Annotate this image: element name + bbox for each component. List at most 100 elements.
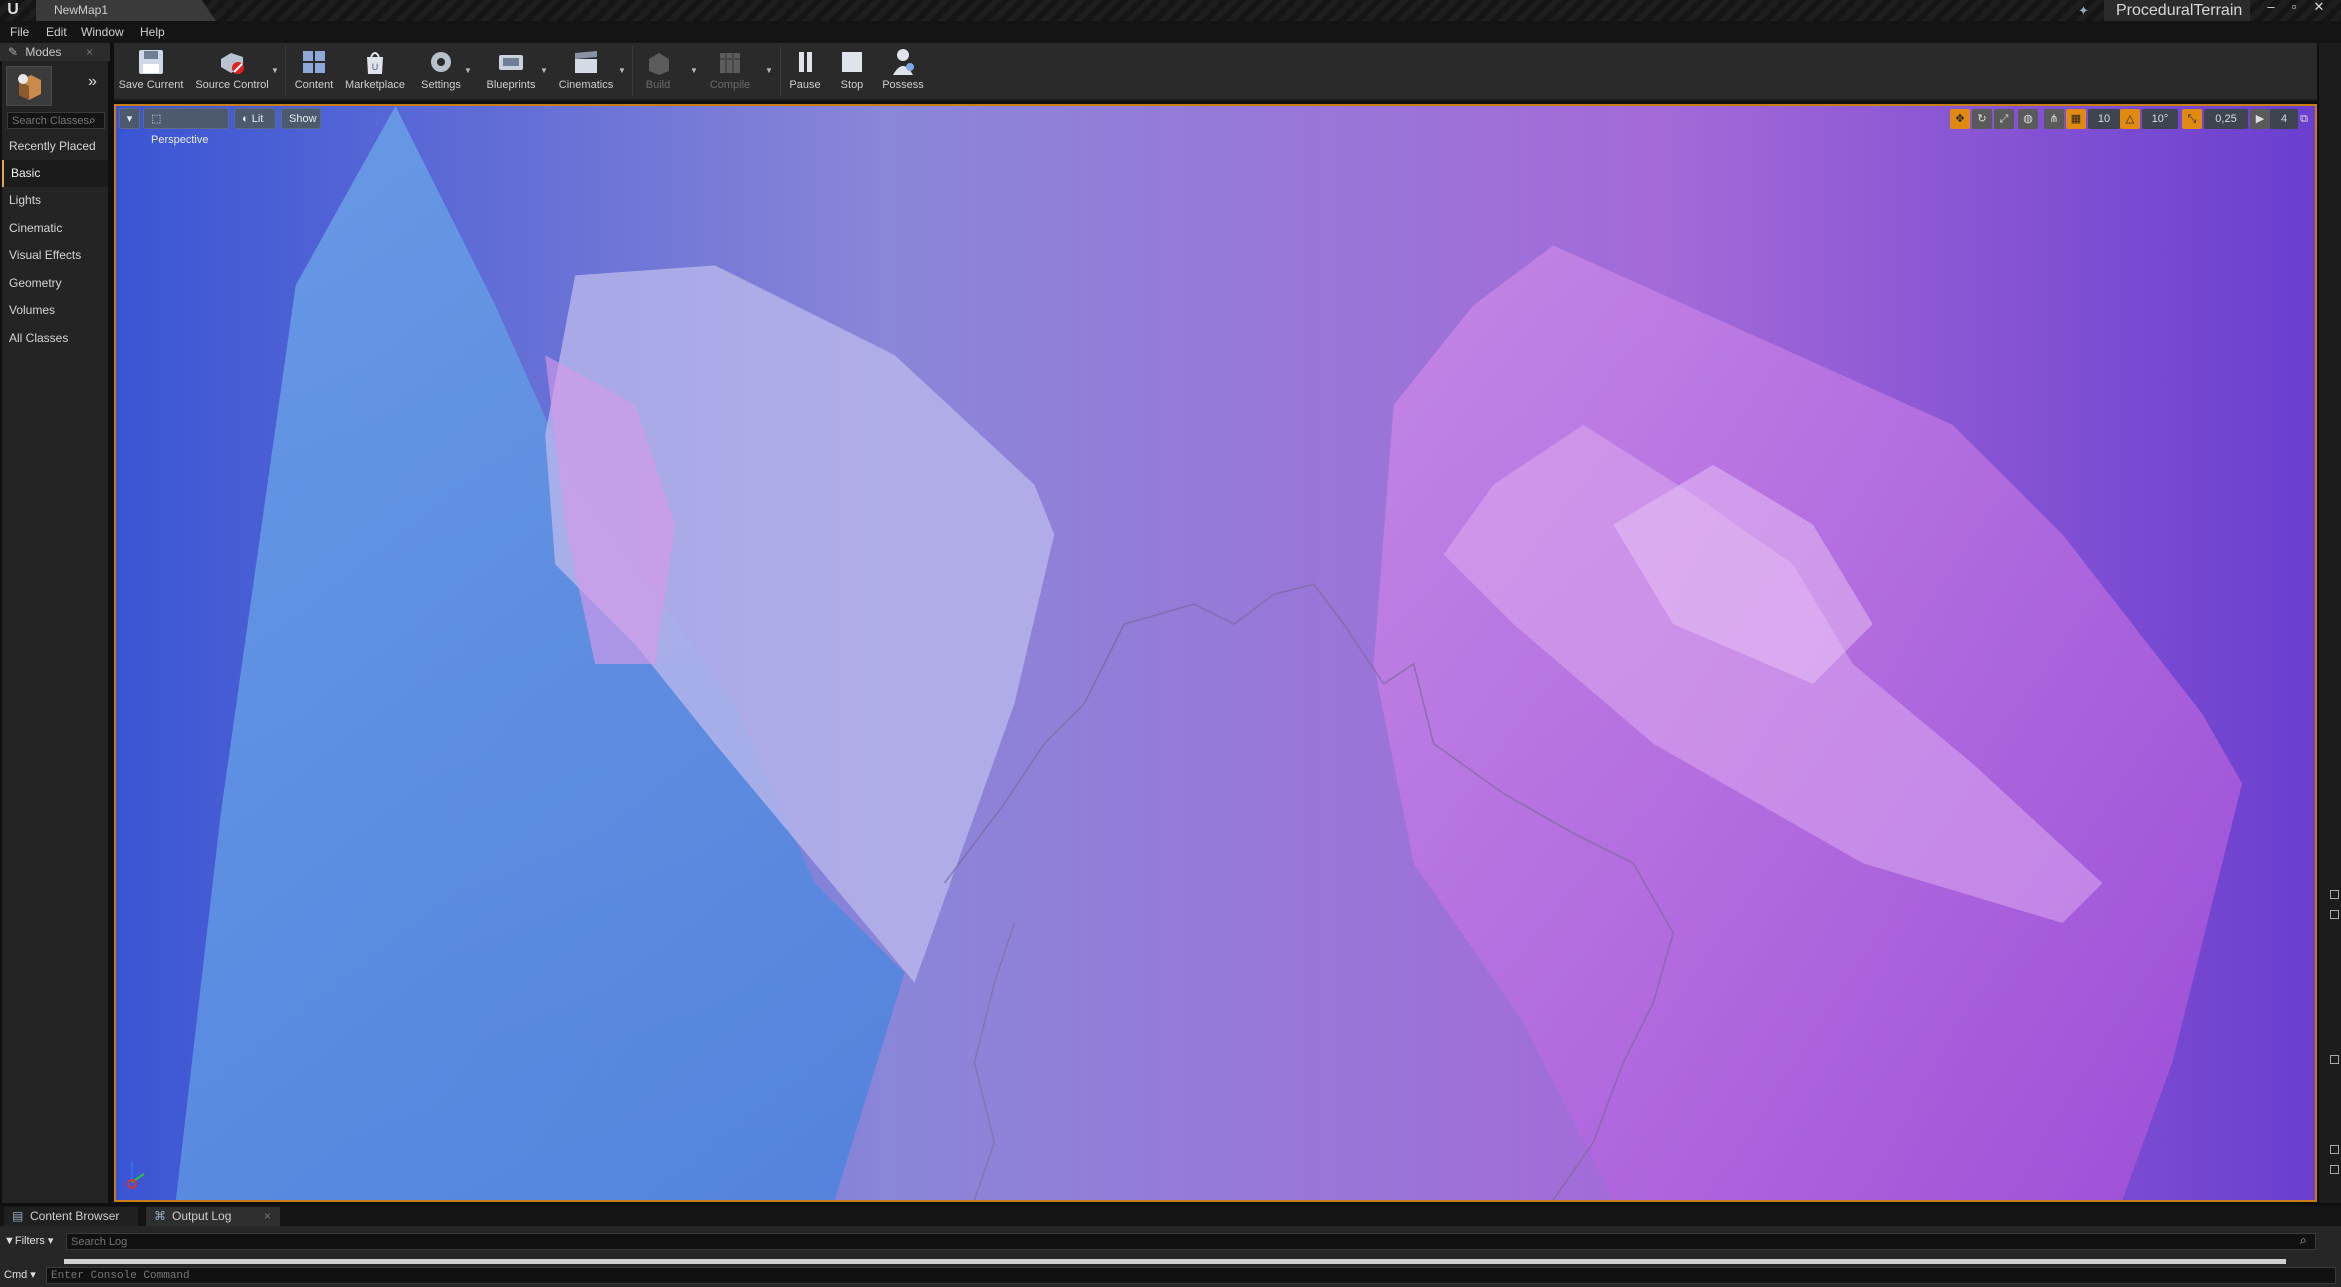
build-label: Build — [645, 79, 671, 91]
perspective-icon: ⬚ — [151, 113, 162, 125]
menu-window[interactable]: Window — [81, 21, 124, 43]
build-button[interactable]: Build — [636, 44, 680, 98]
toolbar-separator — [285, 46, 286, 96]
blueprints-button[interactable]: Blueprints — [480, 44, 542, 98]
filter-icon: ▼ — [4, 1235, 15, 1247]
source-control-dropdown-icon[interactable]: ▼ — [271, 66, 279, 75]
settings-dropdown-icon[interactable]: ▼ — [464, 66, 472, 75]
rotate-icon[interactable]: ↻ — [1972, 109, 1992, 129]
checkbox[interactable] — [2330, 1145, 2339, 1154]
menu-edit[interactable]: Edit — [46, 21, 67, 43]
cinematics-dropdown-icon[interactable]: ▼ — [618, 66, 626, 75]
lit-icon: ◐ — [242, 113, 252, 125]
rotation-snap-icon[interactable]: △ — [2120, 109, 2140, 129]
category-geometry[interactable]: Geometry — [2, 270, 108, 297]
source-control-button[interactable]: Source Control — [193, 44, 271, 98]
translate-icon[interactable]: ✥ — [1950, 109, 1970, 129]
compile-dropdown-icon[interactable]: ▼ — [765, 66, 773, 75]
category-lights[interactable]: Lights — [2, 187, 108, 214]
checkbox[interactable] — [2330, 1165, 2339, 1174]
console-command-input[interactable] — [46, 1267, 2336, 1284]
minimize-button[interactable]: – — [2262, 0, 2280, 16]
category-visual-effects[interactable]: Visual Effects — [2, 242, 108, 269]
category-basic[interactable]: Basic — [2, 160, 108, 187]
maximize-button[interactable]: ▫ — [2285, 0, 2303, 16]
lit-label: Lit — [251, 113, 264, 125]
tab-content-browser[interactable]: ▤ Content Browser — [4, 1207, 138, 1226]
perspective-button[interactable]: ⬚ Perspective — [143, 108, 229, 146]
build-icon — [649, 53, 669, 75]
dropdown-icon: ▾ — [27, 1269, 36, 1281]
checkbox[interactable] — [2330, 1055, 2339, 1064]
content-icon — [303, 51, 325, 73]
menu-file[interactable]: File — [10, 21, 29, 43]
document-tab[interactable]: NewMap1 — [36, 0, 216, 21]
blueprints-dropdown-icon[interactable]: ▼ — [540, 66, 548, 75]
cmd-button[interactable]: Cmd ▾ — [4, 1267, 44, 1284]
filters-button[interactable]: ▼Filters ▾ — [4, 1233, 62, 1250]
grid-snap-icon[interactable]: ▦ — [2066, 109, 2086, 129]
viewport-options-button[interactable]: ▾ — [119, 108, 140, 129]
possess-button[interactable]: Possess — [878, 44, 928, 98]
log-scrollbar[interactable] — [64, 1259, 2286, 1264]
level-viewport[interactable] — [114, 104, 2317, 1202]
scale-icon[interactable]: ⤢ — [1994, 109, 2014, 129]
compile-icon — [720, 53, 740, 73]
build-dropdown-icon[interactable]: ▼ — [690, 66, 698, 75]
terrain-scene — [116, 106, 2315, 1200]
category-volumes[interactable]: Volumes — [2, 297, 108, 324]
marketplace-button[interactable]: U Marketplace — [342, 44, 408, 98]
close-tab-icon[interactable]: × — [264, 1207, 271, 1226]
source-control-label: Source Control — [195, 79, 269, 91]
scale-snap-value[interactable]: 0,25 — [2204, 109, 2248, 129]
output-log-icon: ⌘ — [154, 1209, 166, 1223]
surface-snap-icon[interactable]: ⋔ — [2044, 109, 2064, 129]
compile-label: Compile — [709, 79, 751, 91]
marketplace-label: Marketplace — [345, 79, 405, 91]
close-button[interactable]: ✕ — [2310, 0, 2328, 16]
camera-speed-icon[interactable]: ▶ — [2250, 109, 2270, 129]
world-local-icon[interactable]: ◍ — [2018, 109, 2038, 129]
cinematics-label: Cinematics — [558, 79, 614, 91]
blueprints-label: Blueprints — [486, 79, 536, 91]
cmd-label: Cmd — [4, 1269, 28, 1281]
stop-button[interactable]: Stop — [833, 44, 871, 98]
rotation-snap-value[interactable]: 10° — [2142, 109, 2178, 129]
perspective-label: Perspective — [151, 134, 209, 146]
category-recently-placed[interactable]: Recently Placed — [2, 133, 108, 160]
toolbar-separator — [780, 46, 781, 96]
modes-tab[interactable]: ✎ Modes × — [0, 43, 110, 61]
menu-help[interactable]: Help — [140, 21, 165, 43]
svg-text:U: U — [372, 62, 379, 72]
checkbox[interactable] — [2330, 910, 2339, 919]
lit-button[interactable]: ◐ Lit — [234, 108, 276, 129]
tab-output-log[interactable]: ⌘ Output Log × — [146, 1207, 280, 1226]
menu-bar — [0, 21, 2341, 43]
save-current-button[interactable]: Save Current — [117, 44, 185, 98]
expand-modes-icon[interactable]: » — [88, 73, 97, 91]
pause-icon — [799, 52, 812, 72]
content-button[interactable]: Content — [290, 44, 338, 98]
grid-snap-value[interactable]: 10 — [2088, 109, 2120, 129]
pause-button[interactable]: Pause — [785, 44, 825, 98]
category-all-classes[interactable]: All Classes — [2, 325, 108, 352]
unreal-logo-icon: U — [7, 1, 19, 18]
cinematics-button[interactable]: Cinematics — [553, 44, 619, 98]
place-mode-button[interactable] — [6, 66, 52, 106]
search-log-input[interactable] — [66, 1233, 2316, 1250]
axis-gizmo-icon — [127, 1162, 145, 1189]
camera-speed-value[interactable]: 4 — [2270, 109, 2298, 129]
place-mode-icon — [18, 74, 41, 100]
show-button[interactable]: Show — [281, 108, 321, 129]
filters-label: Filters — [14, 1235, 45, 1247]
maximize-viewport-icon[interactable]: ⧉ — [2296, 109, 2312, 129]
modes-tab-label: Modes — [25, 45, 62, 59]
close-tab-icon[interactable]: × — [86, 43, 93, 61]
settings-button[interactable]: Settings — [414, 44, 468, 98]
stop-label: Stop — [840, 79, 864, 91]
marketplace-icon: U — [367, 52, 383, 74]
checkbox[interactable] — [2330, 890, 2339, 899]
category-cinematic[interactable]: Cinematic — [2, 215, 108, 242]
compile-button[interactable]: Compile — [702, 44, 758, 98]
scale-snap-icon[interactable]: ⤡ — [2182, 109, 2202, 129]
